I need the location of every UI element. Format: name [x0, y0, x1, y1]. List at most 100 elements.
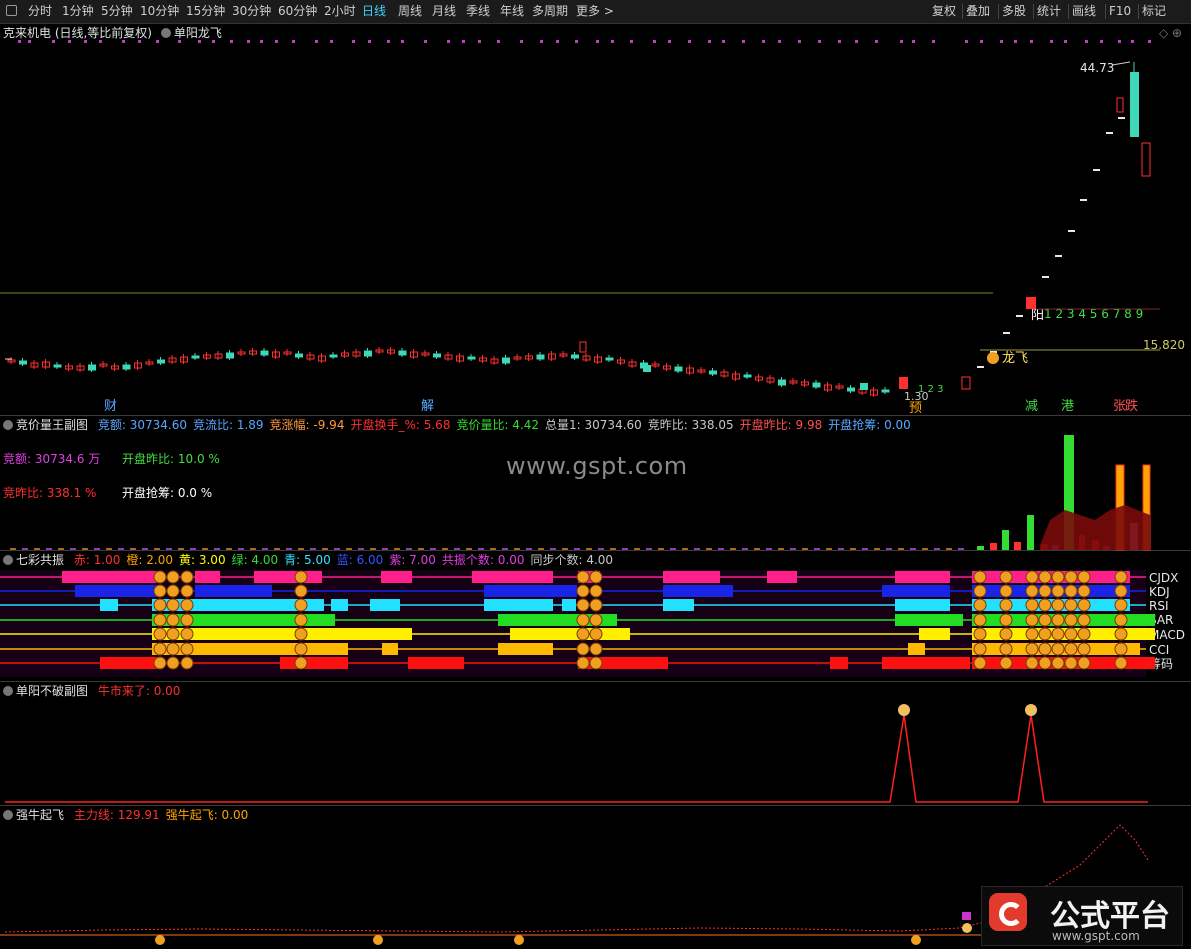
- resonance-segment: [254, 571, 322, 583]
- signal-dot: [230, 40, 233, 43]
- signal-dot: [708, 40, 711, 43]
- main-force-line: [4, 824, 1149, 933]
- signal-dot: [447, 40, 450, 43]
- candle-body: [122, 364, 131, 370]
- resonance-coin-icon: [1025, 584, 1039, 598]
- signal-coin-icon: [911, 935, 921, 945]
- resonance-coin-icon: [153, 613, 167, 627]
- high-arrow: [1111, 61, 1131, 66]
- resonance-coin-icon: [1038, 584, 1052, 598]
- candle-body: [643, 365, 651, 372]
- signal-dot: [18, 40, 21, 43]
- auction-small-bar: [274, 548, 280, 550]
- signal-dot: [122, 40, 125, 43]
- resonance-coin-icon: [999, 584, 1013, 598]
- resonance-coin-icon: [166, 570, 180, 584]
- signal-dot: [156, 40, 159, 43]
- signal-dot: [855, 40, 858, 43]
- auction-small-bar: [706, 548, 712, 550]
- signal-dot: [630, 40, 633, 43]
- candle-body: [1141, 142, 1151, 177]
- resonance-coin-icon: [576, 613, 590, 627]
- resonance-coin-icon: [180, 570, 194, 584]
- auction-small-bar: [262, 548, 268, 550]
- longfei-icon: [987, 352, 999, 364]
- auction-small-bar: [34, 548, 40, 550]
- auction-small-bar: [670, 548, 676, 550]
- resonance-segment: [882, 585, 950, 597]
- resonance-coin-icon: [1038, 598, 1052, 612]
- auction-small-bar: [826, 548, 832, 550]
- resonance-coin-icon: [294, 570, 308, 584]
- auction-small-bar: [430, 548, 436, 550]
- auction-small-bar: [790, 548, 796, 550]
- resonance-segment: [370, 599, 400, 611]
- candle-body: [812, 382, 821, 388]
- resonance-segment: [408, 657, 464, 669]
- signal-dot: [68, 40, 71, 43]
- signal-dot: [52, 40, 55, 43]
- auction-small-bar: [802, 548, 808, 550]
- resonance-coin-icon: [1114, 642, 1128, 656]
- resonance-coin-icon: [973, 627, 987, 641]
- resonance-coin-icon: [1077, 584, 1091, 598]
- auction-small-bar: [898, 548, 904, 550]
- signal-dot: [212, 40, 215, 43]
- candle-body: [579, 341, 587, 353]
- signal-dot: [387, 40, 390, 43]
- resonance-coin-icon: [180, 584, 194, 598]
- resonance-coin-icon: [576, 584, 590, 598]
- resonance-coin-icon: [576, 642, 590, 656]
- auction-small-bar: [490, 548, 496, 550]
- signal-dot: [1148, 40, 1151, 43]
- auction-small-bar: [190, 548, 196, 550]
- signal-dot: [99, 40, 102, 43]
- resonance-coin-icon: [153, 598, 167, 612]
- resonance-coin-icon: [180, 642, 194, 656]
- auction-small-bar: [346, 548, 352, 550]
- candle-body: [467, 356, 476, 360]
- candle-body: [295, 353, 303, 358]
- signal-dot: [875, 40, 878, 43]
- candle-body: [502, 357, 510, 364]
- resonance-segment: [195, 585, 272, 597]
- candle-body: [1116, 97, 1124, 113]
- auction-small-bar: [550, 548, 556, 550]
- signal-dot: [352, 40, 355, 43]
- auction-small-bar: [514, 548, 520, 550]
- resonance-coin-icon: [973, 613, 987, 627]
- auction-small-bar: [46, 548, 52, 550]
- auction-small-bar: [922, 548, 928, 550]
- resonance-coin-icon: [576, 627, 590, 641]
- resonance-coin-icon: [153, 627, 167, 641]
- candle-body: [778, 379, 786, 386]
- resonance-coin-icon: [999, 642, 1013, 656]
- candle-body: [605, 357, 614, 361]
- auction-volume-bar: [1014, 542, 1021, 550]
- auction-small-bar: [442, 548, 448, 550]
- resonance-coin-icon: [1077, 598, 1091, 612]
- auction-small-bar: [322, 548, 328, 550]
- auction-small-bar: [226, 548, 232, 550]
- auction-small-bar: [142, 548, 148, 550]
- signal-dot: [401, 40, 404, 43]
- resonance-segment: [472, 571, 553, 583]
- auction-small-bar: [958, 548, 964, 550]
- candle-body: [1130, 72, 1139, 137]
- signal-dot: [900, 40, 903, 43]
- signal-dot: [178, 40, 181, 43]
- auction-small-bar: [298, 548, 304, 550]
- auction-small-bar: [838, 548, 844, 550]
- resonance-segment: [100, 599, 118, 611]
- resonance-segment: [510, 628, 630, 640]
- resonance-segment: [484, 585, 577, 597]
- resonance-coin-icon: [589, 598, 603, 612]
- signal-dot: [653, 40, 656, 43]
- resonance-coin-icon: [294, 584, 308, 598]
- auction-small-bar: [682, 548, 688, 550]
- auction-small-bar: [538, 548, 544, 550]
- chart-canvas[interactable]: [0, 0, 1191, 949]
- signal-dot: [1064, 40, 1067, 43]
- signal-dot: [478, 40, 481, 43]
- resonance-coin-icon: [1064, 656, 1078, 670]
